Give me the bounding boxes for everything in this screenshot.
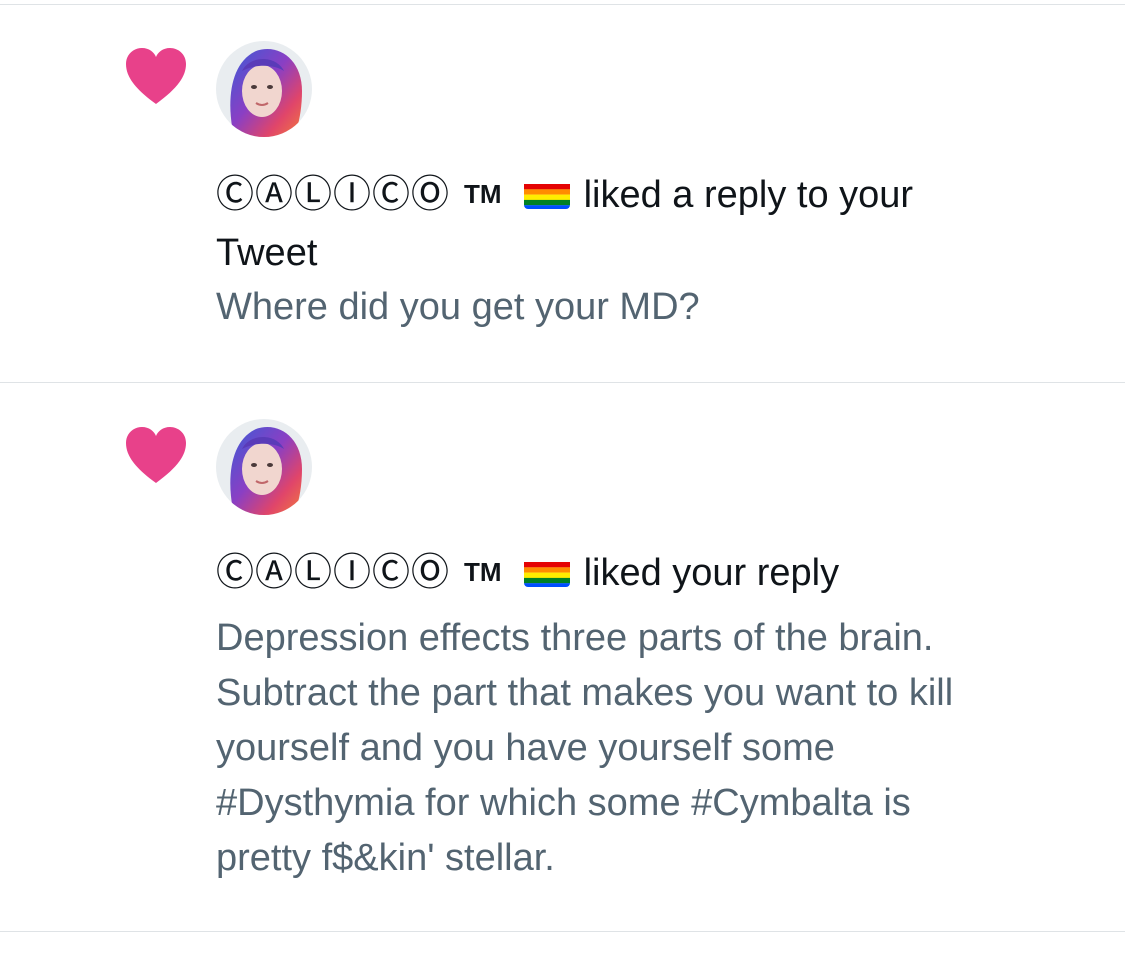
trademark-label: TM: [464, 179, 502, 209]
user-name[interactable]: ⒸⒶⓁⒾⒸⓄ: [216, 174, 450, 216]
avatar[interactable]: [216, 419, 312, 515]
avatar[interactable]: [216, 41, 312, 137]
notification-headline: ⒸⒶⓁⒾⒸⓄ TM liked a reply to your Tweet: [216, 168, 1036, 281]
action-text: liked a reply to your: [583, 174, 914, 216]
notification-item[interactable]: ⒸⒶⓁⒾⒸⓄ TM liked a reply to your Tweet Wher…: [0, 0, 1125, 382]
reply-line: pretty f$&kin' stellar.: [216, 837, 555, 879]
tweet-preview: Where did you get your MD?: [216, 286, 700, 328]
reply-line: #Dysthymia for which some #Cymbalta is: [216, 782, 911, 824]
reply-line: Subtract the part that makes you want to…: [216, 672, 954, 714]
reply-line: yourself and you have yourself some: [216, 727, 835, 769]
action-text-continued: Tweet: [216, 232, 318, 274]
rainbow-flag-icon: [523, 555, 570, 587]
reply-line: Depression effects three parts of the br…: [216, 617, 934, 659]
action-text: liked your reply: [583, 552, 840, 594]
reply-preview: Depression effects three parts of the br…: [216, 611, 1076, 886]
notification-item[interactable]: ⒸⒶⓁⒾⒸⓄ TM liked your reply Depression effe…: [0, 383, 1125, 931]
user-name[interactable]: ⒸⒶⓁⒾⒸⓄ: [216, 552, 450, 594]
heart-icon: [126, 427, 186, 483]
notification-headline: ⒸⒶⓁⒾⒸⓄ TM liked your reply: [216, 546, 1036, 604]
trademark-label: TM: [464, 557, 502, 587]
bottom-divider: [0, 931, 1125, 932]
rainbow-flag-icon: [523, 177, 570, 209]
heart-icon: [126, 48, 186, 104]
